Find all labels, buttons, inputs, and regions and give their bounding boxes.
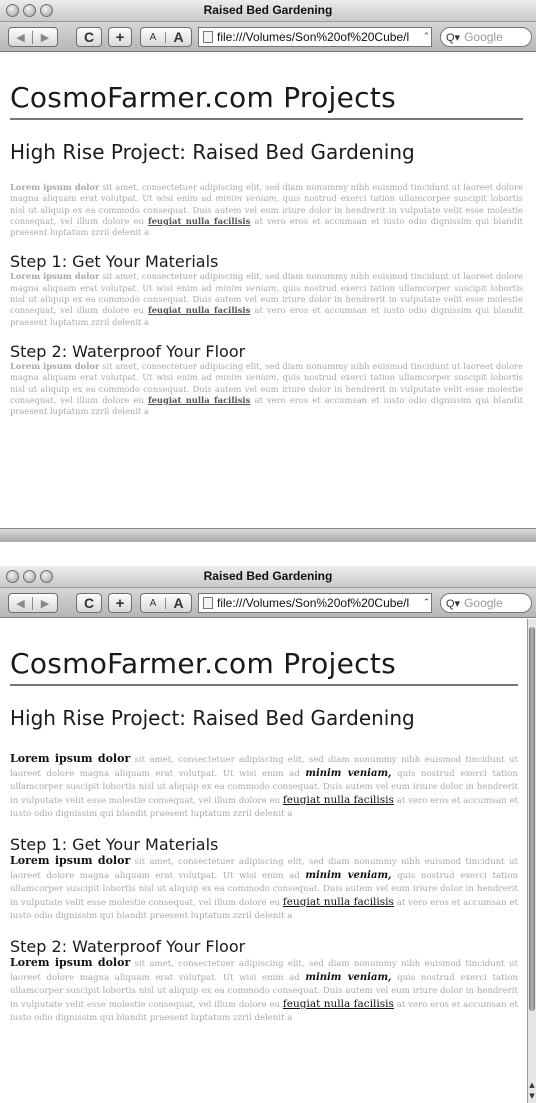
add-bookmark-button[interactable]: + <box>108 593 132 613</box>
lead-text: Lorem ipsum dolor <box>10 360 100 371</box>
search-field[interactable]: Q▾ Google <box>440 27 532 47</box>
page-content: CosmoFarmer.com Projects High Rise Proje… <box>0 53 536 542</box>
lead-text: Lorem ipsum dolor <box>10 956 131 969</box>
emphasis-text: minim veniam, <box>215 372 280 383</box>
section-heading: Step 2: Waterproof Your Floor <box>10 341 246 361</box>
step-paragraph: Lorem ipsum dolor sit amet, consectetuer… <box>10 854 518 923</box>
back-arrow-icon[interactable]: ◀ <box>9 596 34 610</box>
feugiat-link[interactable]: feugiat nulla facilisis <box>148 395 250 405</box>
browser-window-before: Raised Bed Gardening ◀ ▶ C + A A file://… <box>0 0 536 542</box>
text-smaller-button[interactable]: A <box>141 597 167 609</box>
search-icon[interactable]: Q▾ <box>446 31 460 44</box>
step-paragraph: Lorem ipsum dolor sit amet, consectetuer… <box>10 956 518 1025</box>
vertical-scrollbar[interactable]: ▲ ▼ <box>527 619 536 1103</box>
page-icon <box>203 31 213 43</box>
url-text[interactable]: file:///Volumes/Son%20of%20Cube/l <box>217 596 422 610</box>
toolbar: ◀ ▶ C + A A file:///Volumes/Son%20of%20C… <box>0 588 536 618</box>
scroll-thumb[interactable] <box>529 627 535 1011</box>
page-icon <box>203 597 213 609</box>
intro-paragraph: Lorem ipsum dolor sit amet, consectetuer… <box>10 752 518 821</box>
section-heading: Step 1: Get Your Materials <box>10 252 219 272</box>
site-title: CosmoFarmer.com Projects <box>10 81 523 120</box>
lead-text: Lorem ipsum dolor <box>10 752 131 765</box>
lead-text: Lorem ipsum dolor <box>10 271 100 282</box>
page-heading: High Rise Project: Raised Bed Gardening <box>10 140 415 164</box>
page-heading: High Rise Project: Raised Bed Gardening <box>10 706 415 730</box>
reload-button[interactable]: C <box>76 593 102 613</box>
search-icon[interactable]: Q▾ <box>446 597 460 610</box>
back-forward-buttons: ◀ ▶ <box>8 27 58 47</box>
step-paragraph: Lorem ipsum dolor sit amet, consectetuer… <box>10 271 523 327</box>
emphasis-text: minim veniam, <box>215 282 280 293</box>
section-heading: Step 2: Waterproof Your Floor <box>10 937 246 956</box>
text-size-buttons: A A <box>140 593 192 613</box>
feugiat-link[interactable]: feugiat nulla facilisis <box>283 896 394 908</box>
step-paragraph: Lorem ipsum dolor sit amet, consectetuer… <box>10 361 523 417</box>
step-1-section: Step 1: Get Your Materials Lorem ipsum d… <box>10 835 518 923</box>
text-bigger-button[interactable]: A <box>166 595 191 611</box>
section-heading: Step 1: Get Your Materials <box>10 835 219 854</box>
scroll-down-arrow-icon[interactable]: ▼ <box>528 1092 536 1100</box>
emphasis-text: minim veniam, <box>215 193 280 204</box>
reload-button[interactable]: C <box>76 27 102 47</box>
browser-window-after: Raised Bed Gardening ◀ ▶ C + A A file://… <box>0 566 536 1103</box>
feugiat-link[interactable]: feugiat nulla facilisis <box>148 216 250 226</box>
toolbar: ◀ ▶ C + A A file:///Volumes/Son%20of%20C… <box>0 22 536 52</box>
back-arrow-icon[interactable]: ◀ <box>9 30 34 44</box>
feugiat-link[interactable]: feugiat nulla facilisis <box>148 305 250 315</box>
back-forward-buttons: ◀ ▶ <box>8 593 58 613</box>
search-field[interactable]: Q▾ Google <box>440 593 532 613</box>
scroll-up-arrow-icon[interactable]: ▲ <box>528 1081 536 1089</box>
forward-arrow-icon[interactable]: ▶ <box>33 31 57 44</box>
address-bar[interactable]: file:///Volumes/Son%20of%20Cube/l ⌃ <box>198 593 432 613</box>
title-bar: Raised Bed Gardening <box>0 0 536 22</box>
window-title: Raised Bed Gardening <box>203 3 333 17</box>
text-bigger-button[interactable]: A <box>166 29 191 45</box>
feugiat-link[interactable]: feugiat nulla facilisis <box>283 794 394 806</box>
forward-arrow-icon[interactable]: ▶ <box>33 597 57 610</box>
emphasis-text: minim veniam, <box>305 870 392 881</box>
search-placeholder: Google <box>464 30 503 44</box>
add-bookmark-button[interactable]: + <box>108 27 132 47</box>
window-title: Raised Bed Gardening <box>203 569 333 583</box>
intro-paragraph: Lorem ipsum dolor sit amet, consectetuer… <box>10 182 523 238</box>
emphasis-text: minim veniam, <box>305 972 392 983</box>
feugiat-link[interactable]: feugiat nulla facilisis <box>283 998 394 1010</box>
emphasis-text: minim veniam, <box>305 768 392 779</box>
step-2-section: Step 2: Waterproof Your Floor Lorem ipsu… <box>10 937 518 1025</box>
site-title: CosmoFarmer.com Projects <box>10 647 518 686</box>
chevron-up-icon[interactable]: ⌃ <box>422 598 431 608</box>
step-1-section: Step 1: Get Your Materials Lorem ipsum d… <box>10 252 523 327</box>
title-bar: Raised Bed Gardening <box>0 566 536 588</box>
text-size-buttons: A A <box>140 27 192 47</box>
lead-text: Lorem ipsum dolor <box>10 854 131 867</box>
address-bar[interactable]: file:///Volumes/Son%20of%20Cube/l ⌃ <box>198 27 432 47</box>
chevron-up-icon[interactable]: ⌃ <box>422 32 431 42</box>
window-bottom-bar <box>0 528 536 542</box>
step-2-section: Step 2: Waterproof Your Floor Lorem ipsu… <box>10 342 523 417</box>
page-content: CosmoFarmer.com Projects High Rise Proje… <box>0 619 536 1103</box>
lead-text: Lorem ipsum dolor <box>10 182 100 192</box>
url-text[interactable]: file:///Volumes/Son%20of%20Cube/l <box>217 30 422 44</box>
text-smaller-button[interactable]: A <box>141 31 167 43</box>
search-placeholder: Google <box>464 596 503 610</box>
